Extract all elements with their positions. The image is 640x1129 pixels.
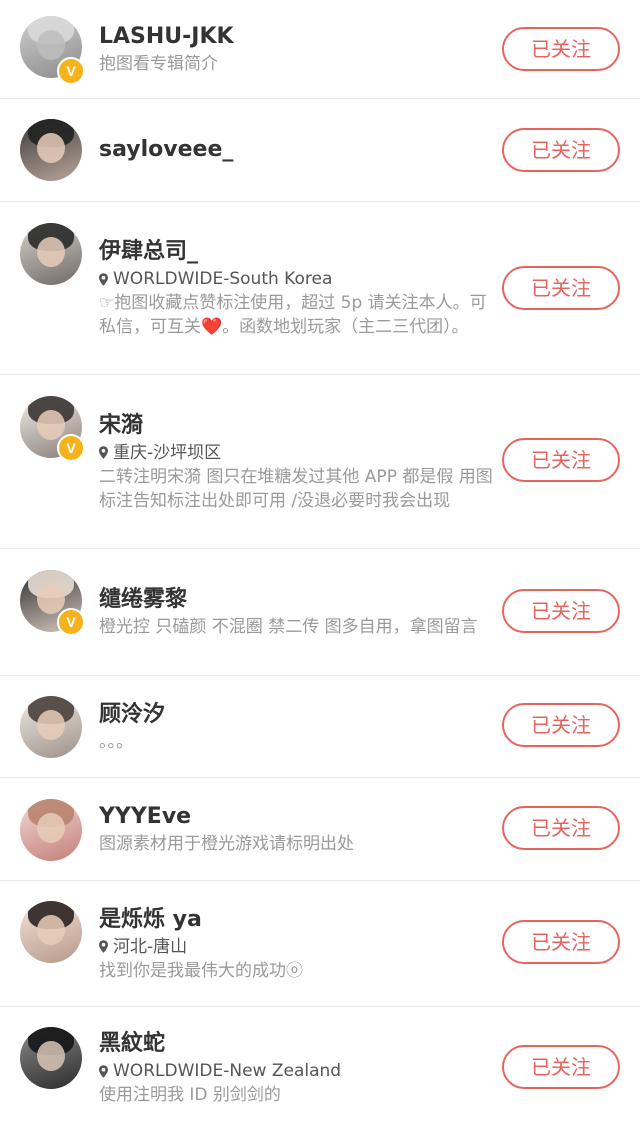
user-row[interactable]: 伊肆总司_ WORLDWIDE-South Korea ☞抱图收藏点赞标注使用，…	[0, 202, 640, 375]
user-row[interactable]: 黑紋蛇 WORLDWIDE-New Zealand 使用注明我 ID 别剑剑的 …	[0, 1007, 640, 1129]
avatar[interactable]	[20, 901, 82, 963]
user-name[interactable]: 顾泠汐	[99, 700, 500, 730]
user-description: 二转注明宋漪 图只在堆糖发过其他 APP 都是假 用图标注告知标注出处即可用 /…	[99, 466, 493, 511]
user-name[interactable]: 缱绻雾黎	[99, 585, 500, 615]
user-location: WORLDWIDE-New Zealand	[113, 1061, 342, 1081]
user-row[interactable]: V LASHU-JKK 抱图看专辑简介 已关注	[0, 0, 640, 99]
user-row[interactable]: V 缱绻雾黎 橙光控 只磕颜 不混圈 禁二传 图多自用，拿图留言 已关注	[0, 549, 640, 676]
verified-badge-icon: V	[57, 57, 85, 85]
user-description: 橙光控 只磕颜 不混圈 禁二传 图多自用，拿图留言	[99, 617, 478, 637]
user-name[interactable]: LASHU-JKK	[99, 22, 500, 52]
user-description: 抱图看专辑简介	[99, 54, 218, 74]
user-name[interactable]: YYYEve	[99, 802, 500, 832]
following-button[interactable]: 已关注	[502, 438, 620, 482]
user-row[interactable]: sayloveee_ 已关注	[0, 99, 640, 202]
user-description: 使用注明我 ID 别剑剑的	[99, 1085, 281, 1105]
user-description: 图源素材用于橙光游戏请标明出处	[99, 834, 354, 854]
location-pin-icon	[99, 272, 108, 286]
avatar[interactable]	[20, 119, 82, 181]
avatar[interactable]	[20, 1027, 82, 1089]
avatar[interactable]	[20, 799, 82, 861]
user-row[interactable]: 是烁烁 ya 河北-唐山 找到你是我最伟大的成功ⓞ 已关注	[0, 881, 640, 1007]
following-button[interactable]: 已关注	[502, 703, 620, 747]
user-description: 找到你是我最伟大的成功ⓞ	[99, 960, 303, 981]
user-location: 重庆-沙坪坝区	[113, 442, 222, 463]
verified-badge-icon: V	[57, 434, 85, 462]
user-name[interactable]: 是烁烁 ya	[99, 905, 500, 935]
following-button[interactable]: 已关注	[502, 27, 620, 71]
user-description: 。。。	[99, 731, 133, 752]
user-name[interactable]: 宋漪	[99, 411, 500, 441]
location-pin-icon	[99, 940, 108, 953]
user-location: WORLDWIDE-South Korea	[113, 269, 333, 289]
user-description: ☞抱图收藏点赞标注使用，超过 5p 请关注本人。可私信，可互关❤️。函数地划玩家…	[99, 293, 487, 337]
following-button[interactable]: 已关注	[502, 266, 620, 310]
user-row[interactable]: YYYEve 图源素材用于橙光游戏请标明出处 已关注	[0, 778, 640, 881]
user-name[interactable]: 伊肆总司_	[99, 237, 500, 267]
verified-badge-icon: V	[57, 608, 85, 636]
user-location: 河北-唐山	[113, 936, 188, 957]
following-button[interactable]: 已关注	[502, 920, 620, 964]
user-row[interactable]: 顾泠汐 。。。 已关注	[0, 676, 640, 778]
following-list: V LASHU-JKK 抱图看专辑简介 已关注 sayloveee_ 已关注 伊…	[0, 0, 640, 1129]
following-button[interactable]: 已关注	[502, 128, 620, 172]
location-pin-icon	[99, 446, 108, 459]
following-button[interactable]: 已关注	[502, 589, 620, 633]
user-name[interactable]: 黑紋蛇	[99, 1029, 500, 1059]
user-name[interactable]: sayloveee_	[99, 135, 500, 165]
following-button[interactable]: 已关注	[502, 806, 620, 850]
avatar[interactable]	[20, 696, 82, 758]
location-pin-icon	[99, 1064, 108, 1078]
user-row[interactable]: V 宋漪 重庆-沙坪坝区 二转注明宋漪 图只在堆糖发过其他 APP 都是假 用图…	[0, 375, 640, 549]
avatar[interactable]	[20, 223, 82, 285]
following-button[interactable]: 已关注	[502, 1045, 620, 1089]
